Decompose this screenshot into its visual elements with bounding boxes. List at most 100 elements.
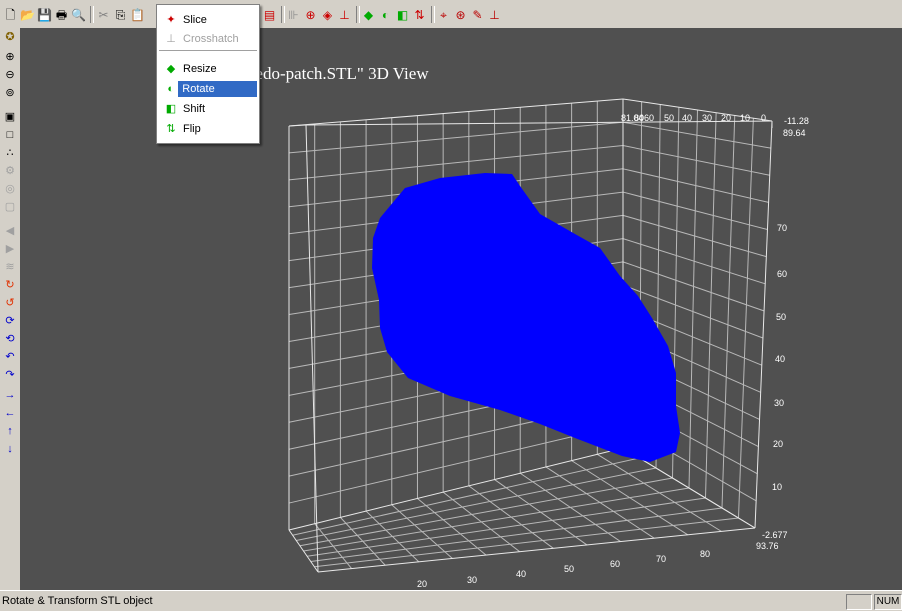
disabled-tool-icon: ⚙ xyxy=(5,164,15,177)
menu-item-shift[interactable]: ◧ Shift xyxy=(159,99,257,118)
view-icon[interactable]: ⊥ xyxy=(487,7,502,22)
point-view-icon[interactable]: ∴ xyxy=(3,146,17,160)
grid-icon[interactable]: ▤ xyxy=(262,7,277,22)
menu-item-label: Resize xyxy=(183,62,217,75)
slice-icon[interactable]: ⊥ xyxy=(337,7,352,22)
pan-left-icon[interactable]: ← xyxy=(3,406,17,420)
paste-icon[interactable]: 📋 xyxy=(130,7,145,22)
print-icon[interactable]: 🖶 xyxy=(54,7,69,22)
rotate-left-icon[interactable]: ↶ xyxy=(3,350,17,364)
crosshatch-icon[interactable]: ⊕ xyxy=(303,7,318,22)
status-text: Rotate & Transform STL object xyxy=(2,595,153,607)
menu-item-crosshatch: ⊥ Crosshatch xyxy=(159,29,257,48)
right-axis-tick: 30 xyxy=(774,398,784,408)
pan-up-icon[interactable]: ↑ xyxy=(3,424,17,438)
grid-line xyxy=(705,112,717,499)
new-file-icon[interactable]: 🗋 xyxy=(3,7,18,22)
transform-dropdown-menu: ✦ Slice ⊥ Crosshatch ◆ Resize ◐ Rotate ◧… xyxy=(156,4,260,144)
pan-down-icon[interactable]: ↓ xyxy=(3,442,17,456)
menu-item-resize[interactable]: ◆ Resize xyxy=(159,59,257,78)
bottom-axis-tick: 50 xyxy=(564,564,574,574)
right-axis-corner-label: 93.76 xyxy=(756,541,779,551)
open-folder-icon[interactable]: 📂 xyxy=(20,7,35,22)
menu-item-label: Rotate xyxy=(178,80,257,97)
bottom-axis-tick: 60 xyxy=(610,559,620,569)
layer-icon[interactable]: ◈ xyxy=(320,7,335,22)
resize-icon: ◆ xyxy=(166,62,176,75)
menu-item-label: Flip xyxy=(183,122,201,135)
grid-line xyxy=(288,121,624,154)
zoom-in-icon[interactable]: ⊕ xyxy=(3,50,17,64)
rotate-icon[interactable]: ◐ xyxy=(378,7,393,22)
right-axis-corner-label: -2.677 xyxy=(762,530,788,540)
grid-line xyxy=(299,477,673,547)
grid-line xyxy=(721,115,736,509)
box-edge xyxy=(288,124,307,127)
grid-line xyxy=(688,109,698,489)
box-edge xyxy=(305,124,319,573)
cut-icon: ✂ xyxy=(98,7,109,22)
top-axis-corner-label: -11.28 xyxy=(784,116,809,126)
menu-item-flip[interactable]: ⇅ Flip xyxy=(159,119,257,138)
grid-line xyxy=(292,457,640,536)
view-icon[interactable]: ⊛ xyxy=(453,7,468,22)
right-axis-tick: 70 xyxy=(777,223,787,233)
rotate-right-icon[interactable]: ↷ xyxy=(3,368,17,382)
stl-object[interactable] xyxy=(372,173,680,462)
arrow-left-icon: ◀ xyxy=(5,224,15,237)
num-lock-indicator: NUM xyxy=(874,594,902,610)
main-toolbar: 🗋 📂 💾 🖶 🔍 ✂ ⎘ 📋 ▤ ⊪ ⊕ ◈ ⊥ ◆ ◐ ◧ ⇅ ⌖ ⊛ ✎ … xyxy=(0,0,902,29)
print-preview-icon[interactable]: 🔍 xyxy=(71,7,86,22)
wireframe-view-icon[interactable]: □ xyxy=(3,128,17,142)
menu-item-label: Shift xyxy=(183,102,206,115)
grid-line xyxy=(314,517,739,568)
zoom-fit-icon[interactable]: ✪ xyxy=(3,30,17,44)
zoom-window-icon[interactable]: ⊚ xyxy=(3,86,17,100)
toolbar-separator xyxy=(90,6,94,23)
rotate-z-reverse-icon[interactable]: ⟲ xyxy=(3,332,17,346)
status-pane xyxy=(846,594,872,610)
save-icon[interactable]: 💾 xyxy=(37,7,52,22)
top-axis-tick: 80 xyxy=(634,113,644,123)
solid-view-icon[interactable]: ▣ xyxy=(3,110,17,124)
menu-item-label: Crosshatch xyxy=(183,32,239,45)
box-edge xyxy=(317,527,756,573)
right-axis-tick: 40 xyxy=(775,354,785,364)
box-edge xyxy=(288,98,624,127)
right-axis-tick: 10 xyxy=(772,482,782,492)
right-axis-tick: 20 xyxy=(773,439,783,449)
status-bar: Rotate & Transform STL object NUM xyxy=(0,590,902,611)
flip-icon[interactable]: ⇅ xyxy=(412,7,427,22)
rotate-z-icon[interactable]: ⟳ xyxy=(3,314,17,328)
resize-icon[interactable]: ◆ xyxy=(361,7,376,22)
right-axis-tick: 60 xyxy=(777,269,787,279)
menu-item-rotate[interactable]: ◐ Rotate xyxy=(159,79,257,98)
disabled-tool-icon: ◎ xyxy=(5,182,15,195)
pan-right-icon[interactable]: → xyxy=(3,388,17,402)
box-edge xyxy=(288,529,319,573)
shift-icon[interactable]: ◧ xyxy=(395,7,410,22)
view-title: e "redo-patch.STL" 3D View xyxy=(231,64,429,83)
top-axis-tick: 40 xyxy=(682,113,692,123)
grid-line xyxy=(307,497,706,557)
crosshatch-icon: ⊥ xyxy=(166,32,176,45)
grid-line xyxy=(738,118,754,519)
left-toolbar: ✪ ⊕ ⊖ ⊚ ▣ □ ∴ ⚙ ◎ ▢ ◀ ▶ ≋ ↻ ↺ ⟳ ⟲ ↶ ↷ → … xyxy=(0,28,21,590)
rotate-y-icon[interactable]: ↺ xyxy=(3,296,17,310)
zoom-out-icon[interactable]: ⊖ xyxy=(3,68,17,82)
disabled-tool-icon: ▢ xyxy=(4,200,16,213)
copy-icon[interactable]: ⎘ xyxy=(113,7,128,22)
menu-item-slice[interactable]: ✦ Slice xyxy=(159,10,257,29)
slice-icon: ✦ xyxy=(166,13,176,26)
rotate-x-icon[interactable]: ↻ xyxy=(3,278,17,292)
toolbar-separator xyxy=(356,6,360,23)
3d-view-svg[interactable]: 81.04 80 60 50 40 30 20 10 0 -11.28 89.6… xyxy=(20,28,902,590)
view-icon[interactable]: ✎ xyxy=(470,7,485,22)
bottom-axis-tick: 80 xyxy=(700,549,710,559)
3d-view-canvas[interactable]: 81.04 80 60 50 40 30 20 10 0 -11.28 89.6… xyxy=(20,28,902,590)
bottom-axis-tick: 20 xyxy=(417,579,427,589)
toolbar-separator xyxy=(281,6,285,23)
toolbar-separator xyxy=(431,6,435,23)
top-axis-tick: 60 xyxy=(644,113,654,123)
view-icon[interactable]: ⌖ xyxy=(436,7,451,22)
